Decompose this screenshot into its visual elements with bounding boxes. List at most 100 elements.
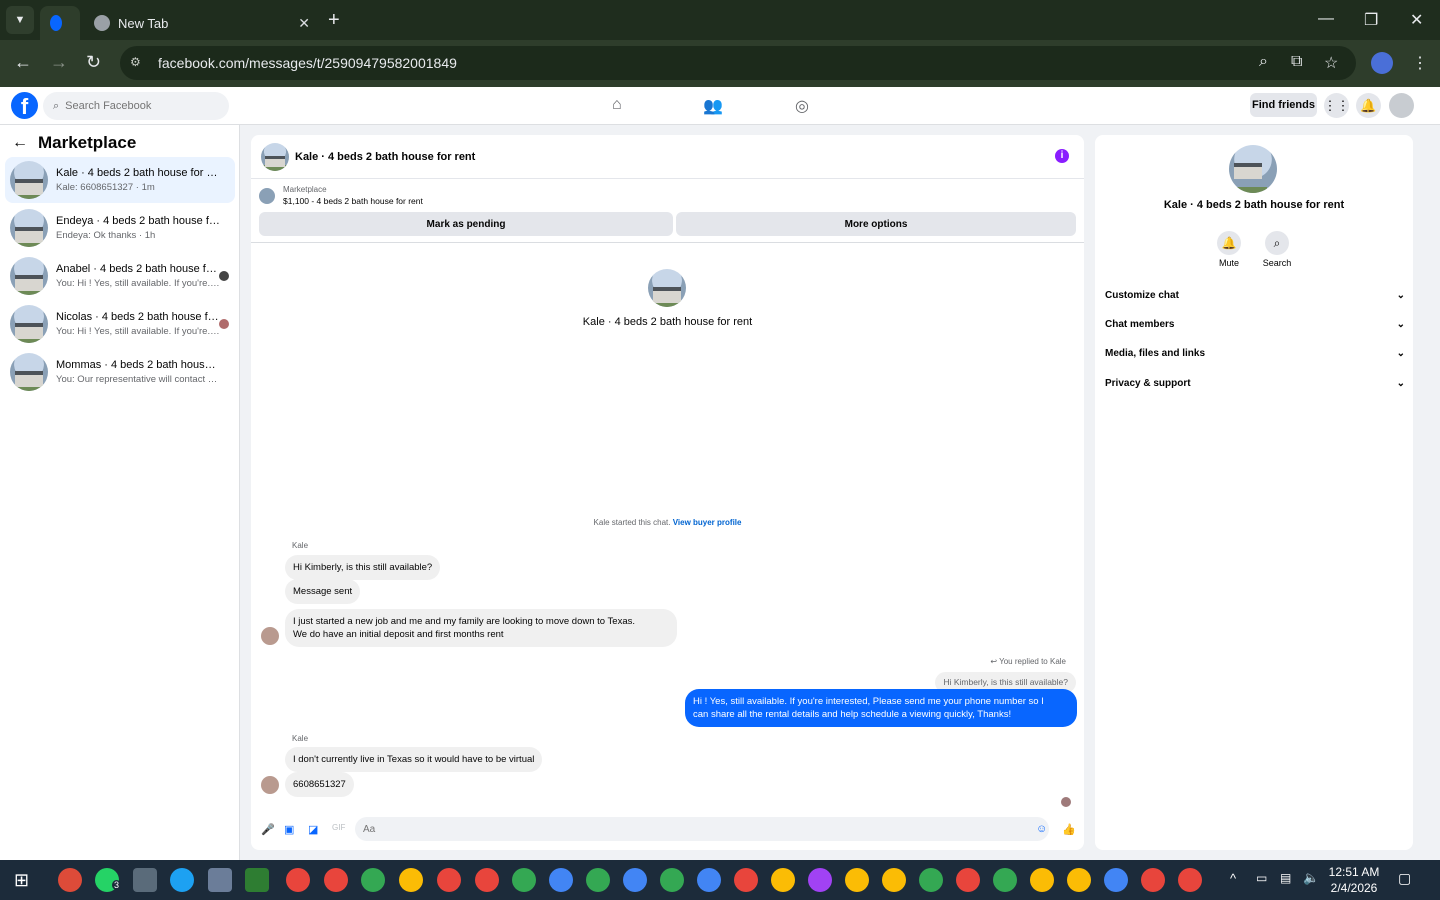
chrome-icon[interactable] (586, 868, 610, 892)
profile-avatar[interactable] (1389, 93, 1414, 118)
chrome-icon[interactable] (697, 868, 721, 892)
emoji-icon[interactable]: ☺ (1036, 823, 1048, 835)
message-bubble[interactable]: I just started a new job and me and my f… (285, 609, 677, 647)
zoom-icon[interactable]: ⌕ (1259, 53, 1268, 71)
chrome-icon[interactable] (1067, 868, 1091, 892)
chrome-icon[interactable] (808, 868, 832, 892)
chrome-icon[interactable] (399, 868, 423, 892)
chrome-icon[interactable] (475, 868, 499, 892)
section-media-files-links[interactable]: Media, files and links ⌄ (1105, 348, 1405, 359)
chrome-icon[interactable] (660, 868, 684, 892)
install-app-icon[interactable]: ⧉ (1291, 53, 1302, 71)
info-icon[interactable]: i (1055, 149, 1069, 163)
reload-icon[interactable]: ↻ (86, 52, 101, 73)
house-avatar[interactable] (261, 142, 289, 171)
more-options-button[interactable]: More options (676, 212, 1076, 236)
chrome-icon[interactable] (286, 868, 310, 892)
volume-icon[interactable]: 🔈 (1303, 870, 1319, 886)
message-bubble[interactable]: Message sent (285, 579, 361, 604)
section-chat-members[interactable]: Chat members ⌄ (1105, 319, 1405, 330)
tab-new-tab[interactable]: New Tab ✕ (84, 6, 320, 40)
view-buyer-profile-link[interactable]: View buyer profile (673, 518, 742, 527)
network-icon[interactable]: ▤ (1280, 871, 1291, 885)
search-in-chat-button[interactable]: ⌕ (1265, 231, 1289, 255)
back-arrow-icon[interactable]: ← (12, 134, 28, 152)
address-bar[interactable]: ⚙ facebook.com/messages/t/25909479582001… (120, 46, 1356, 80)
close-window-icon[interactable]: ✕ (1410, 10, 1423, 30)
chrome-icon[interactable] (549, 868, 573, 892)
message-bubble[interactable]: Hi Kimberly, is this still available? (285, 555, 441, 580)
home-icon[interactable]: ⌂ (612, 96, 622, 114)
chrome-icon[interactable] (1178, 868, 1202, 892)
chrome-icon[interactable] (361, 868, 385, 892)
conversation-item[interactable]: Kale · 4 beds 2 bath house for rent Kale… (5, 157, 235, 203)
keyboard-icon[interactable] (133, 868, 157, 892)
notepad-icon[interactable] (245, 868, 269, 892)
my-message-bubble[interactable]: Hi ! Yes, still available. If you're int… (685, 689, 1077, 727)
chrome-menu-icon[interactable]: ⋮ (1412, 53, 1428, 73)
conversation-item[interactable]: Anabel · 4 beds 2 bath house fo... You: … (5, 253, 235, 299)
facebook-logo[interactable]: f (11, 92, 38, 119)
like-thumb-icon[interactable]: 👍 (1062, 823, 1076, 836)
chrome-icon[interactable] (58, 868, 82, 892)
chrome-icon[interactable] (324, 868, 348, 892)
message-bubble[interactable]: 6608651327 (285, 772, 354, 797)
conversation-item[interactable]: Mommas · 4 beds 2 bath house fo... You: … (5, 349, 235, 395)
tab-facebook[interactable] (40, 6, 80, 40)
chrome-icon[interactable] (1104, 868, 1128, 892)
friends-icon[interactable]: 👥 (703, 96, 723, 116)
message-bubble[interactable]: I don't currently live in Texas so it wo… (285, 747, 543, 772)
listing-summary[interactable]: Marketplace $1,100 - 4 beds 2 bath house… (259, 185, 423, 206)
chrome-icon[interactable] (993, 868, 1017, 892)
bookmark-star-icon[interactable]: ☆ (1324, 53, 1338, 73)
search-input[interactable] (65, 100, 216, 112)
taskbar-clock[interactable]: 12:51 AM 2/4/2026 (1328, 864, 1380, 896)
photo-icon[interactable]: ▣ (284, 823, 296, 836)
microphone-icon[interactable]: 🎤 (261, 823, 275, 836)
section-privacy-support[interactable]: Privacy & support ⌄ (1105, 378, 1405, 389)
minimize-icon[interactable]: — (1318, 10, 1334, 28)
message-input[interactable] (355, 817, 1049, 841)
close-tab-icon[interactable]: ✕ (298, 15, 310, 32)
chrome-icon[interactable] (956, 868, 980, 892)
kale-avatar[interactable] (261, 776, 279, 794)
notifications-bell-icon[interactable]: 🔔 (1356, 93, 1381, 118)
forward-icon[interactable]: → (50, 52, 68, 73)
chrome-icon[interactable] (1141, 868, 1165, 892)
windows-start-icon[interactable]: ⊞ (14, 870, 34, 890)
new-tab-button[interactable]: + (328, 9, 340, 32)
chrome-icon[interactable] (845, 868, 869, 892)
sticker-icon[interactable]: ◪ (308, 823, 320, 836)
chrome-icon[interactable] (919, 868, 943, 892)
edge-icon[interactable] (170, 868, 194, 892)
device-icon[interactable]: ▭ (1256, 871, 1267, 885)
chevron-up-icon[interactable]: ^ (1230, 871, 1236, 886)
notification-center-icon[interactable]: ▢ (1398, 870, 1411, 887)
chrome-icon[interactable] (437, 868, 461, 892)
chrome-icon[interactable] (771, 868, 795, 892)
page-scrollbar[interactable] (1426, 125, 1440, 860)
mark-as-pending-button[interactable]: Mark as pending (259, 212, 673, 236)
mute-button[interactable]: 🔔 (1217, 231, 1241, 255)
conversation-item[interactable]: Endeya · 4 beds 2 bath house for r... En… (5, 205, 235, 251)
browser-profile-avatar[interactable] (1371, 52, 1393, 74)
chrome-icon[interactable] (512, 868, 536, 892)
tab-search-button[interactable]: ▼ (6, 6, 34, 34)
kale-avatar[interactable] (261, 627, 279, 645)
back-icon[interactable]: ← (14, 52, 32, 73)
menu-grid-icon[interactable]: ⋮⋮ (1324, 93, 1350, 118)
chrome-icon[interactable] (734, 868, 758, 892)
search-box[interactable]: ⌕ (43, 92, 229, 120)
chat-title[interactable]: Kale · 4 beds 2 bath house for rent (295, 151, 475, 163)
gif-icon[interactable]: GIF (332, 823, 345, 835)
groups-icon[interactable]: ◎ (795, 96, 809, 116)
restore-icon[interactable]: ❐ (1364, 10, 1378, 30)
conversation-item[interactable]: Nicolas · 4 beds 2 bath house fo... You:… (5, 301, 235, 347)
site-info-icon[interactable]: ⚙ (130, 55, 146, 71)
app-icon[interactable] (208, 868, 232, 892)
chrome-icon[interactable] (1030, 868, 1054, 892)
chrome-icon[interactable] (882, 868, 906, 892)
section-customize-chat[interactable]: Customize chat ⌄ (1105, 290, 1405, 301)
find-friends-button[interactable]: Find friends (1250, 93, 1317, 117)
chrome-icon[interactable] (623, 868, 647, 892)
